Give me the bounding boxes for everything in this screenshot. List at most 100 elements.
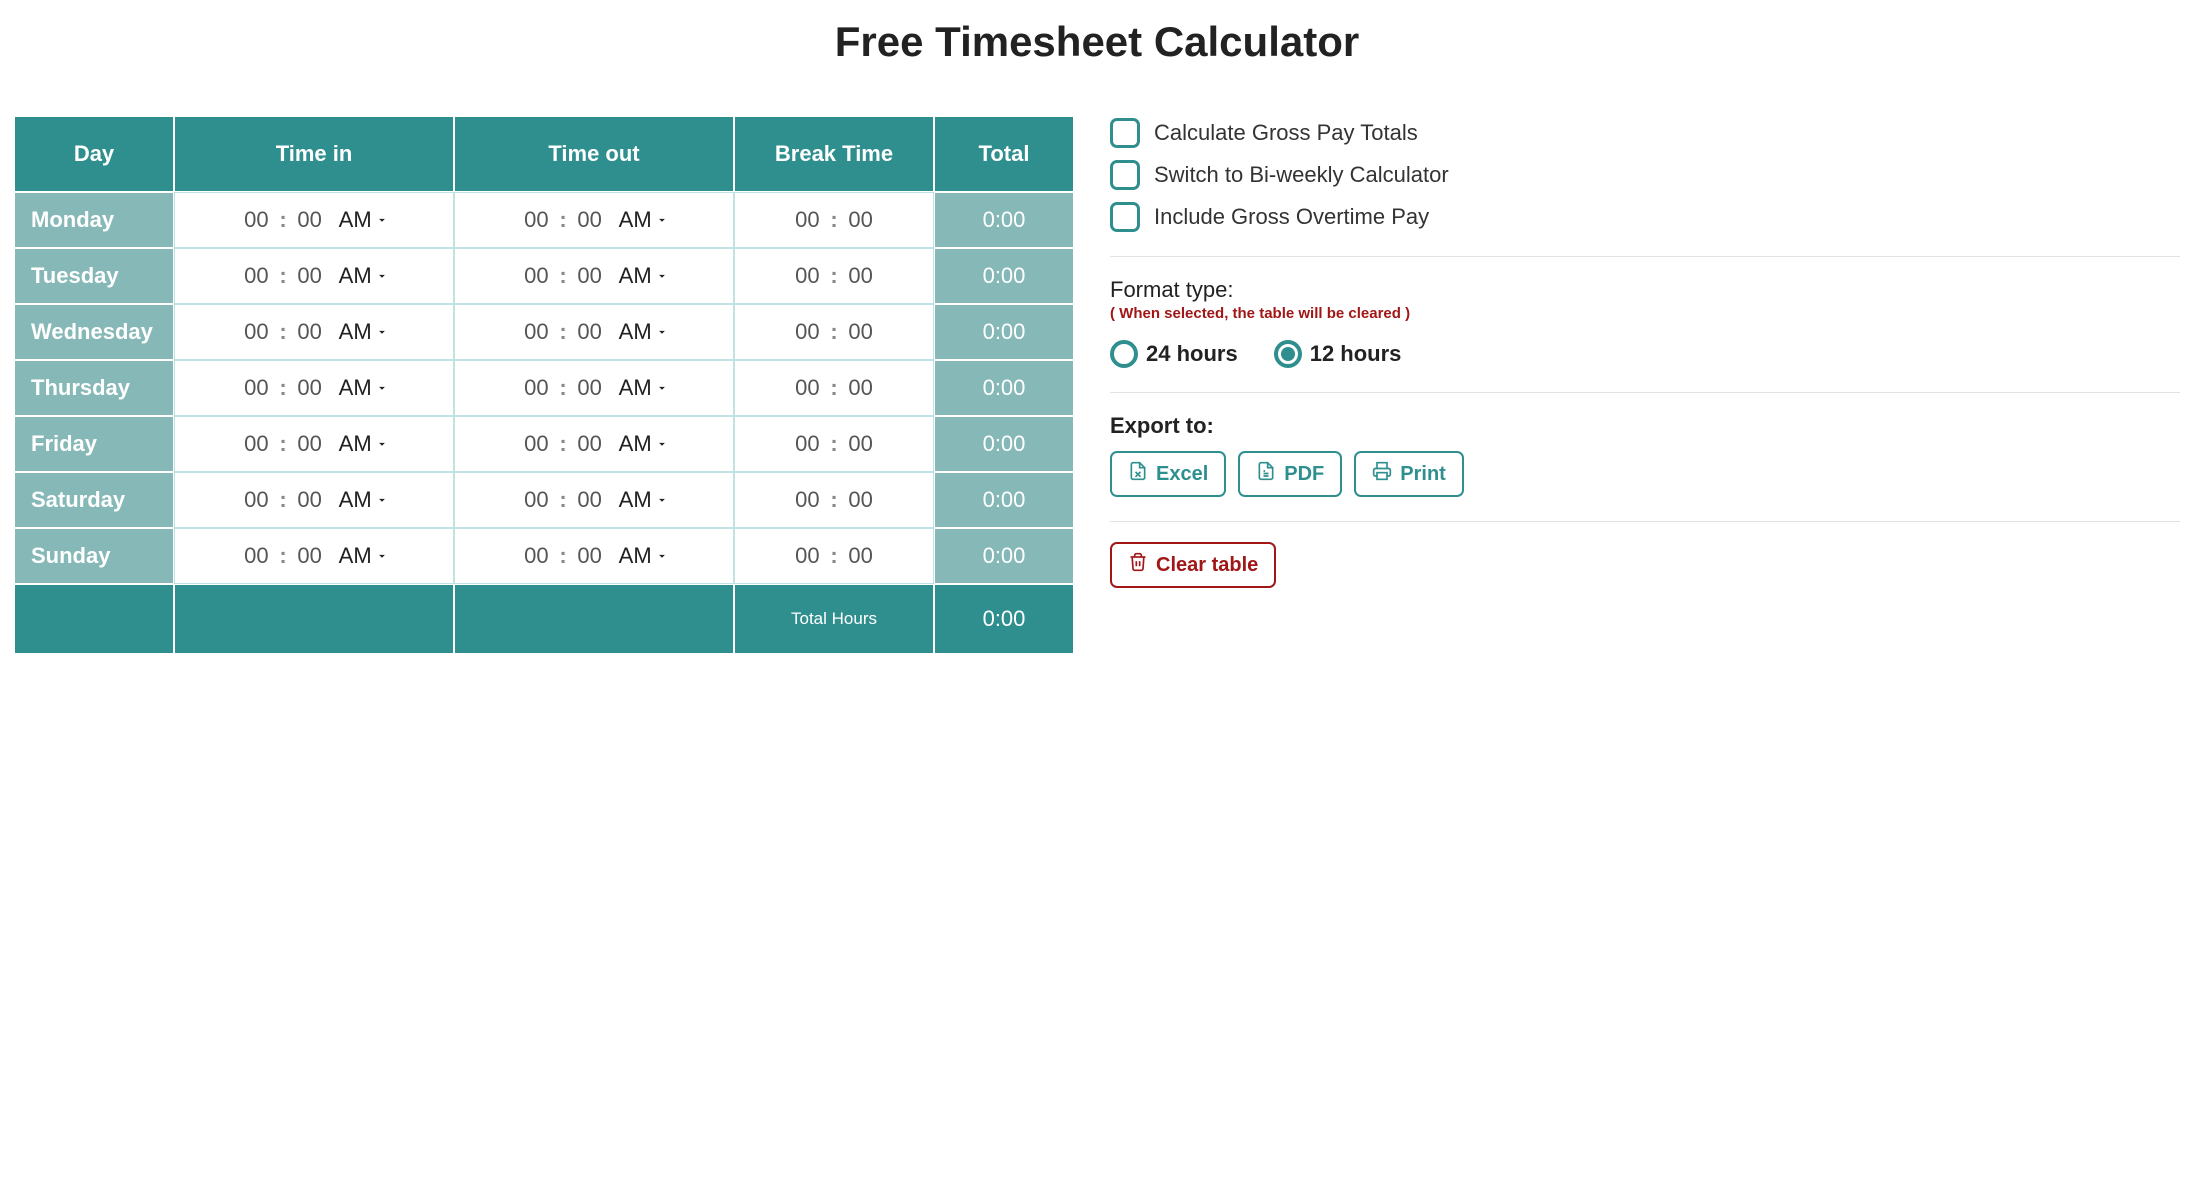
radio-label: 12 hours [1310,341,1402,367]
break-hh[interactable]: 00 [790,487,824,513]
ampm-value: AM [339,431,372,457]
time-in-ampm-select[interactable]: AM [339,263,389,289]
time-in-mm[interactable]: 00 [293,487,327,513]
col-total: Total [934,116,1074,192]
break-hh[interactable]: 00 [790,543,824,569]
time-out-mm[interactable]: 00 [573,375,607,401]
divider [1110,392,2180,393]
time-in-ampm-select[interactable]: AM [339,487,389,513]
colon: : [830,207,837,233]
chevron-down-icon [655,375,669,401]
divider [1110,521,2180,522]
button-label: PDF [1284,463,1324,486]
break-mm[interactable]: 00 [844,487,878,513]
time-out-mm[interactable]: 00 [573,263,607,289]
chevron-down-icon [375,543,389,569]
time-in-hh[interactable]: 00 [239,543,273,569]
time-out-hh[interactable]: 00 [519,543,553,569]
time-out-mm[interactable]: 00 [573,319,607,345]
break-mm[interactable]: 00 [844,263,878,289]
time-out-ampm-select[interactable]: AM [619,487,669,513]
time-out-ampm-select[interactable]: AM [619,207,669,233]
table-row: Wednesday00:00AM00:00AM00:000:00 [14,304,1074,360]
break-mm[interactable]: 00 [844,375,878,401]
radio-24-hours[interactable]: 24 hours [1110,340,1238,368]
file-excel-icon [1128,461,1148,487]
time-out-ampm-select[interactable]: AM [619,319,669,345]
checkbox-icon [1110,202,1140,232]
time-in-mm[interactable]: 00 [293,431,327,457]
table-row: Friday00:00AM00:00AM00:000:00 [14,416,1074,472]
break-hh[interactable]: 00 [790,431,824,457]
time-out-mm[interactable]: 00 [573,207,607,233]
time-out-ampm-select[interactable]: AM [619,431,669,457]
option-label: Calculate Gross Pay Totals [1154,120,1418,146]
time-out-cell: 00:00 AM [454,416,734,472]
time-out-ampm-select[interactable]: AM [619,543,669,569]
time-in-mm[interactable]: 00 [293,543,327,569]
time-in-mm[interactable]: 00 [293,319,327,345]
time-out-hh[interactable]: 00 [519,375,553,401]
break-hh[interactable]: 00 [790,207,824,233]
time-in-hh[interactable]: 00 [239,487,273,513]
chevron-down-icon [375,487,389,513]
time-in-ampm-select[interactable]: AM [339,207,389,233]
time-out-cell: 00:00AM [454,528,734,584]
time-in-ampm-select[interactable]: AM [339,375,389,401]
time-in-ampm-select[interactable]: AM [339,431,389,457]
time-in-hh[interactable]: 00 [239,207,273,233]
option-gross-pay[interactable]: Calculate Gross Pay Totals [1110,118,2180,148]
break-mm[interactable]: 00 [844,319,878,345]
time-out-ampm-select[interactable]: AM [619,375,669,401]
time-out-cell: 00:00AM [454,304,734,360]
table-row: Tuesday00:00AM00:00AM00:000:00 [14,248,1074,304]
break-mm[interactable]: 00 [844,207,878,233]
break-mm[interactable]: 00 [844,431,878,457]
col-break: Break Time [734,116,934,192]
ampm-value: AM [339,375,372,401]
chevron-down-icon [375,431,389,457]
chevron-down-icon [375,319,389,345]
break-cell: 00:00 [734,360,934,416]
time-in-hh[interactable]: 00 [239,375,273,401]
time-out-ampm-select[interactable]: AM [619,263,669,289]
time-out-hh[interactable]: 00 [519,263,553,289]
colon: : [559,431,566,457]
time-in-hh[interactable]: 00 [239,263,273,289]
clear-table-button[interactable]: Clear table [1110,542,1276,588]
chevron-down-icon [655,207,669,233]
break-hh[interactable]: 00 [790,263,824,289]
time-out-mm[interactable]: 00 [573,487,607,513]
option-biweekly[interactable]: Switch to Bi-weekly Calculator [1110,160,2180,190]
time-in-mm[interactable]: 00 [293,375,327,401]
colon: : [830,487,837,513]
time-out-mm[interactable]: 00 [573,543,607,569]
time-out-hh[interactable]: 00 [519,487,553,513]
time-in-ampm-select[interactable]: AM [339,543,389,569]
ampm-value: AM [339,319,372,345]
time-out-hh[interactable]: 00 [519,319,553,345]
day-cell: Monday [14,192,174,248]
time-in-mm[interactable]: 00 [293,263,327,289]
radio-12-hours[interactable]: 12 hours [1274,340,1402,368]
col-timein: Time in [174,116,454,192]
break-cell: 00:00 [734,416,934,472]
time-in-hh[interactable]: 00 [239,431,273,457]
export-print-button[interactable]: Print [1354,451,1464,497]
day-cell: Thursday [14,360,174,416]
time-in-hh[interactable]: 00 [239,319,273,345]
break-hh[interactable]: 00 [790,375,824,401]
time-in-ampm-select[interactable]: AM [339,319,389,345]
chevron-down-icon [375,375,389,401]
time-out-hh[interactable]: 00 [519,431,553,457]
colon: : [279,543,286,569]
time-in-mm[interactable]: 00 [293,207,327,233]
break-hh[interactable]: 00 [790,319,824,345]
export-pdf-button[interactable]: PDF [1238,451,1342,497]
time-out-hh[interactable]: 00 [519,207,553,233]
export-excel-button[interactable]: Excel [1110,451,1226,497]
break-mm[interactable]: 00 [844,543,878,569]
colon: : [279,319,286,345]
time-out-mm[interactable]: 00 [573,431,607,457]
option-overtime[interactable]: Include Gross Overtime Pay [1110,202,2180,232]
